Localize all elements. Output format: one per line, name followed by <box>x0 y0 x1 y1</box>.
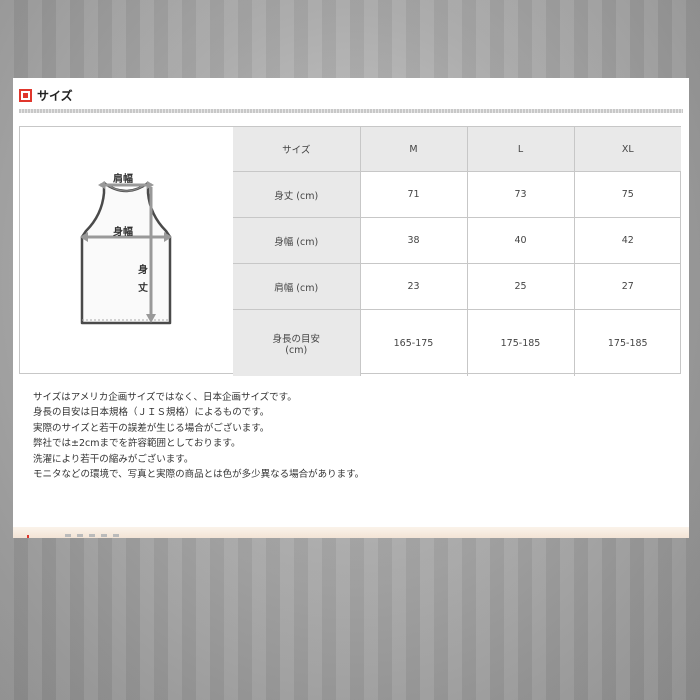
size-info-card: サイズ 肩幅 身幅 身丈 サイズ M L XL 身丈 (cm) 71 73 75… <box>13 78 689 538</box>
size-chart: 肩幅 身幅 身丈 サイズ M L XL 身丈 (cm) 71 73 75 身幅 … <box>19 126 681 376</box>
size-notes: サイズはアメリカ企画サイズではなく、日本企画サイズです。 身長の目安は日本規格（… <box>33 390 364 482</box>
header-cell: M <box>359 127 468 172</box>
section-title: サイズ <box>37 88 73 103</box>
header-cell: XL <box>573 127 681 172</box>
table-cell: 175-185 <box>466 309 575 376</box>
note-line: モニタなどの環境で、写真と実際の商品とは色が多少異なる場合があります。 <box>33 469 365 481</box>
note-line: 実際のサイズと若干の誤差が生じる場合がございます。 <box>33 422 270 434</box>
row-label: 身長の目安 (cm) <box>233 309 361 376</box>
table-cell: 23 <box>359 263 468 310</box>
note-line: 洗濯により若干の縮みがございます。 <box>33 453 194 465</box>
row-label-unit: (cm) <box>285 344 308 356</box>
table-cell: 71 <box>359 171 468 218</box>
note-line: 弊社では±2cmまでを許容範囲としております。 <box>33 438 241 450</box>
shoulder-width-label: 肩幅 <box>113 174 133 185</box>
row-label: 身丈 (cm) <box>233 171 361 218</box>
note-line: サイズはアメリカ企画サイズではなく、日本企画サイズです。 <box>33 392 297 403</box>
table-row: 身幅 (cm) 38 40 42 <box>233 217 681 264</box>
table-cell: 73 <box>466 171 575 218</box>
body-width-label: 身幅 <box>113 227 133 238</box>
table-row: 身長の目安 (cm) 165-175 175-185 175-185 <box>233 309 681 376</box>
next-section-title-cutoff <box>65 534 125 537</box>
row-label: 肩幅 (cm) <box>233 263 361 310</box>
heading-divider <box>19 109 683 113</box>
note-line: 身長の目安は日本規格（ＪＩＳ規格）によるものです。 <box>33 407 270 419</box>
section-heading: サイズ <box>19 87 73 103</box>
table-cell: 42 <box>573 217 681 264</box>
table-header-row: サイズ M L XL <box>233 127 681 172</box>
table-cell: 38 <box>359 217 468 264</box>
table-cell: 75 <box>573 171 681 218</box>
table-cell: 175-185 <box>573 309 681 376</box>
table-cell: 165-175 <box>359 309 468 376</box>
row-label: 身幅 (cm) <box>233 217 361 264</box>
header-cell: L <box>466 127 575 172</box>
table-row: 身丈 (cm) 71 73 75 <box>233 171 681 218</box>
table-cell: 40 <box>466 217 575 264</box>
table-cell: 27 <box>573 263 681 310</box>
table-row: 肩幅 (cm) 23 25 27 <box>233 263 681 310</box>
size-table: サイズ M L XL 身丈 (cm) 71 73 75 身幅 (cm) 38 4… <box>233 127 681 376</box>
row-label-line: 身長の目安 <box>272 333 320 345</box>
body-length-label: 身丈 <box>138 265 148 294</box>
header-cell: サイズ <box>233 127 361 172</box>
square-bullet-icon <box>19 88 32 102</box>
tank-top-diagram-icon <box>80 181 172 325</box>
next-section-bullet-icon <box>27 535 29 538</box>
table-cell: 25 <box>466 263 575 310</box>
garment-illustration: 肩幅 身幅 身丈 <box>20 127 234 373</box>
